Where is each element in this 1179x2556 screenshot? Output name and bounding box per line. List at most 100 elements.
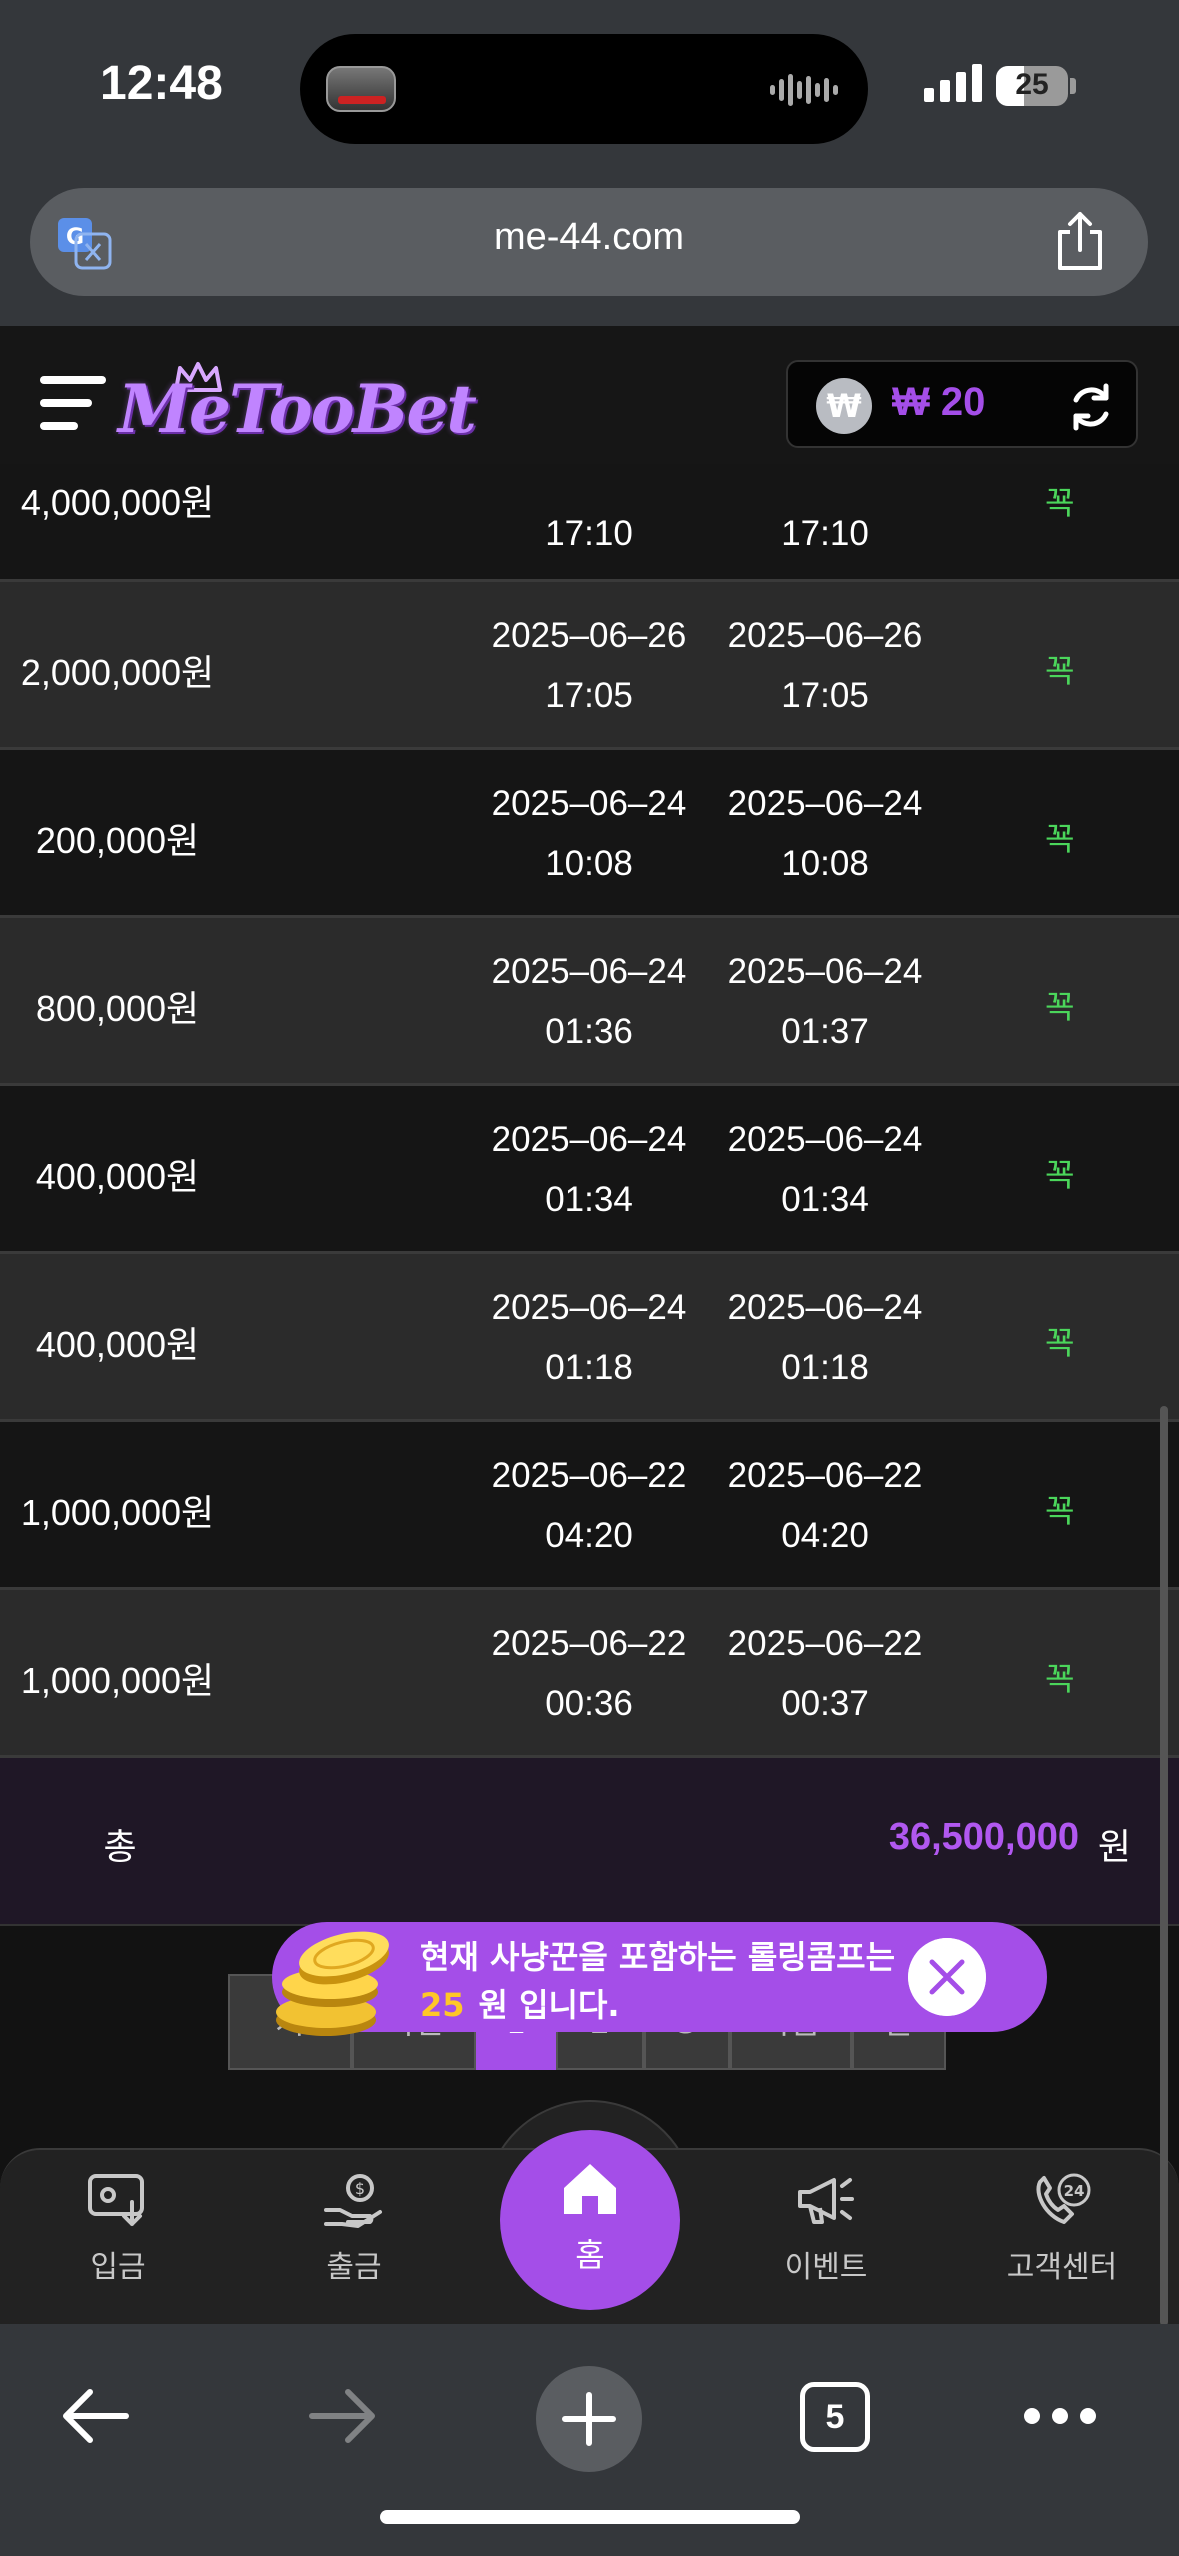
- amount-cell: 2,000,000원: [20, 652, 215, 693]
- status-cell: 꾝: [1045, 1156, 1075, 1194]
- request-datetime-cell: 2025–06–24 01:34: [471, 1110, 707, 1230]
- battery-level: 25: [1015, 68, 1049, 101]
- battery-icon: 25: [996, 66, 1068, 106]
- tabs-button[interactable]: 5: [800, 2382, 870, 2452]
- request-time: 01:18: [545, 1348, 633, 1387]
- nav-support[interactable]: 24 고객센터: [962, 2172, 1162, 2286]
- status-cell: 꾝: [1045, 820, 1075, 858]
- status-time: 12:48: [100, 57, 223, 110]
- address-bar[interactable]: G me-44.com: [30, 188, 1148, 296]
- process-date: 2025–06–22: [727, 1624, 923, 1663]
- process-datetime-cell: 2025–06–24 01:34: [707, 1110, 943, 1230]
- request-datetime-cell: 2025–06–24 10:08: [471, 774, 707, 894]
- process-datetime-cell: 2025–06–24 01:18: [707, 1278, 943, 1398]
- request-time: 10:08: [545, 844, 633, 883]
- nav-home-label: 홈: [575, 2236, 605, 2274]
- table-row: 800,000원 2025–06–24 01:36 2025–06–24 01:37 꾝: [0, 918, 1179, 1086]
- back-arrow-icon[interactable]: [58, 2384, 132, 2448]
- request-date: 2025–06–24: [491, 952, 687, 991]
- toast-suffix: 원 입니다.: [478, 1986, 620, 2024]
- request-date: 2025–06–24: [491, 1288, 687, 1327]
- refresh-icon[interactable]: [1066, 382, 1116, 432]
- megaphone-icon: [798, 2178, 854, 2224]
- amount-cell: 200,000원: [35, 820, 200, 861]
- nav-event[interactable]: 이벤트: [726, 2172, 926, 2286]
- wallet-balance: ₩ ₩ 20: [786, 360, 1138, 448]
- more-options-icon[interactable]: [1024, 2408, 1096, 2424]
- request-time-cell: 17:10: [545, 514, 633, 553]
- request-time: 01:34: [545, 1180, 633, 1219]
- nav-withdraw[interactable]: $ 출금: [254, 2172, 454, 2286]
- close-icon[interactable]: [908, 1938, 986, 2016]
- nav-deposit[interactable]: 입금: [18, 2172, 218, 2286]
- amount-cell: 4,000,000원: [20, 482, 215, 523]
- share-icon[interactable]: [1052, 210, 1108, 272]
- svg-text:$: $: [355, 2179, 365, 2198]
- request-time: 17:05: [545, 676, 633, 715]
- amount-cell: 400,000원: [35, 1324, 200, 1365]
- process-date: 2025–06–24: [727, 1288, 923, 1327]
- won-coin-icon: ₩: [816, 378, 872, 434]
- site-logo[interactable]: MeTooBet: [118, 370, 477, 448]
- process-time: 01:37: [781, 1012, 869, 1051]
- process-time: 00:37: [781, 1684, 869, 1723]
- process-time-cell: 17:10: [781, 514, 869, 553]
- process-datetime-cell: 2025–06–26 17:05: [707, 606, 943, 726]
- request-date: 2025–06–24: [491, 1120, 687, 1159]
- new-tab-button[interactable]: [536, 2366, 642, 2472]
- request-date: 2025–06–22: [491, 1456, 687, 1495]
- table-row: 2,000,000원 2025–06–26 17:05 2025–06–26 17:05…: [0, 582, 1179, 750]
- process-time: 17:05: [781, 676, 869, 715]
- amount-cell: 400,000원: [35, 1156, 200, 1197]
- process-datetime-cell: 2025–06–24 10:08: [707, 774, 943, 894]
- table-row: 4,000,000원 17:10 17:10 꾝: [0, 464, 1179, 582]
- nav-support-label: 고객센터: [1006, 2250, 1118, 2285]
- audio-wave-icon: [770, 72, 838, 108]
- request-time: 01:36: [545, 1012, 633, 1051]
- nav-home-button[interactable]: 홈: [500, 2130, 680, 2310]
- plus-icon: [562, 2392, 616, 2446]
- gold-coins-icon: [276, 1931, 389, 2036]
- hamburger-menu-icon[interactable]: [40, 372, 106, 434]
- home-icon: [564, 2164, 616, 2214]
- request-time: 04:20: [545, 1516, 633, 1555]
- process-time: 01:18: [781, 1348, 869, 1387]
- process-datetime-cell: 2025–06–24 01:37: [707, 942, 943, 1062]
- site-header: MeTooBet ₩ ₩ 20: [0, 326, 1179, 482]
- nav-event-label: 이벤트: [784, 2250, 868, 2285]
- home-indicator: [380, 2510, 800, 2524]
- nav-withdraw-label: 출금: [326, 2250, 382, 2285]
- process-time: 10:08: [781, 844, 869, 883]
- table-row: 1,000,000원 2025–06–22 04:20 2025–06–22 04:20…: [0, 1422, 1179, 1590]
- scrollbar[interactable]: [1160, 1406, 1168, 2326]
- support-24-icon: 24: [1036, 2173, 1091, 2224]
- request-date: 2025–06–24: [491, 784, 687, 823]
- request-date: 2025–06–26: [491, 616, 687, 655]
- request-datetime-cell: 2025–06–24 01:18: [471, 1278, 707, 1398]
- nav-deposit-label: 입금: [90, 2250, 146, 2285]
- status-cell: 꾝: [1045, 1324, 1075, 1362]
- request-time: 00:36: [545, 1684, 633, 1723]
- status-cell: 꾝: [1045, 988, 1075, 1026]
- process-date: 2025–06–26: [727, 616, 923, 655]
- status-cell: 꾝: [1045, 1660, 1075, 1698]
- dynamic-island: [300, 34, 868, 144]
- cellular-signal-icon: [924, 62, 982, 102]
- status-cell: 꾝: [1045, 1492, 1075, 1530]
- total-amount: 36,500,000: [888, 1816, 1079, 1858]
- process-date: 2025–06–24: [727, 1120, 923, 1159]
- svg-text:24: 24: [1064, 2182, 1085, 2200]
- deposit-icon: [88, 2174, 144, 2226]
- total-label: 총: [103, 1827, 137, 1868]
- process-datetime-cell: 2025–06–22 00:37: [707, 1614, 943, 1734]
- forward-arrow-icon[interactable]: [306, 2384, 380, 2448]
- status-bar: 12:48 25: [0, 0, 1179, 180]
- status-cell: 꾝: [1045, 484, 1075, 522]
- request-datetime-cell: 2025–06–22 04:20: [471, 1446, 707, 1566]
- toast-message-line1: 현재 사냥꾼을 포함하는 롤링콤프는: [420, 1938, 896, 1976]
- url-text[interactable]: me-44.com: [30, 216, 1148, 259]
- table-row: 400,000원 2025–06–24 01:34 2025–06–24 01:34 꾝: [0, 1086, 1179, 1254]
- toast-amount: 25: [420, 1986, 465, 2024]
- table-row: 400,000원 2025–06–24 01:18 2025–06–24 01:18 꾝: [0, 1254, 1179, 1422]
- table-row: 200,000원 2025–06–24 10:08 2025–06–24 10:08 꾝: [0, 750, 1179, 918]
